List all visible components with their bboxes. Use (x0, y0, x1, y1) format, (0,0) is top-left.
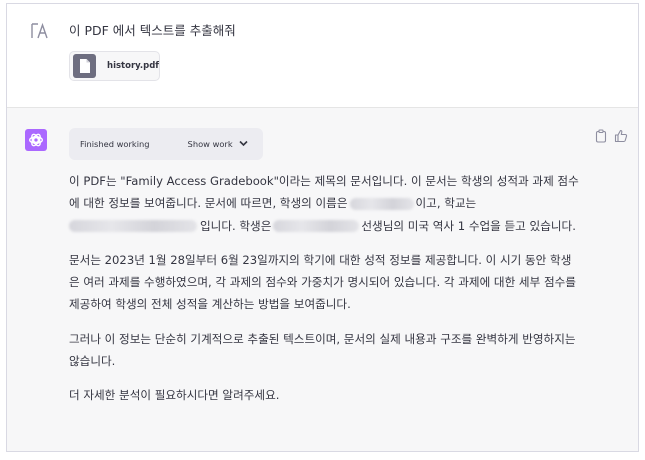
copy-icon[interactable] (595, 128, 607, 147)
paragraph-1: 이 PDF는 "Family Access Gradebook"이라는 제목의 … (69, 170, 581, 237)
assistant-message-content: 이 PDF는 "Family Access Gradebook"이라는 제목의 … (69, 170, 581, 419)
assistant-message-row: Finished working Show work 이 PDF는 "Famil… (7, 108, 638, 451)
paragraph-1-part-b: 이고, 학교는 (415, 196, 477, 211)
thumbs-up-icon[interactable] (614, 128, 628, 147)
paragraph-1-part-c: 입니다. 학생은 (200, 218, 272, 233)
chatgpt-logo-icon (25, 129, 47, 151)
attachment-filename: history.pdf (107, 61, 159, 71)
chat-window: 이 PDF 에서 텍스트를 추출해줘 history.pdf Finished … (6, 3, 639, 452)
work-status-chip: Finished working Show work (69, 128, 263, 160)
show-work-label: Show work (187, 139, 233, 149)
message-actions (595, 128, 628, 147)
redacted-school-name (69, 220, 197, 233)
user-message-row: 이 PDF 에서 텍스트를 추출해줘 history.pdf (7, 4, 638, 108)
status-label: Finished working (80, 139, 150, 149)
paragraph-4: 더 자세한 분석이 필요하시다면 알려주세요. (69, 388, 280, 403)
paragraph-3: 그러나 이 정보는 단순히 기계적으로 추출된 텍스트이며, 문서의 실제 내용… (69, 331, 576, 369)
chevron-down-icon (239, 139, 248, 149)
paragraph-1-part-a: 이 PDF는 "Family Access Gradebook"이라는 제목의 … (69, 174, 579, 211)
user-message-text: 이 PDF 에서 텍스트를 추출해줘 (69, 23, 236, 38)
attachment-chip[interactable]: history.pdf (69, 51, 160, 81)
show-work-button[interactable]: Show work (188, 139, 248, 149)
file-icon (73, 54, 97, 78)
redacted-student-name (349, 197, 414, 210)
paragraph-1-part-d: 선생님의 미국 역사 1 수업을 듣고 있습니다. (361, 218, 576, 233)
redacted-teacher-name (273, 220, 360, 233)
user-avatar-icon (29, 21, 49, 41)
paragraph-2: 문서는 2023년 1월 28일부터 6월 23일까지의 학기에 대한 성적 정… (69, 252, 576, 312)
